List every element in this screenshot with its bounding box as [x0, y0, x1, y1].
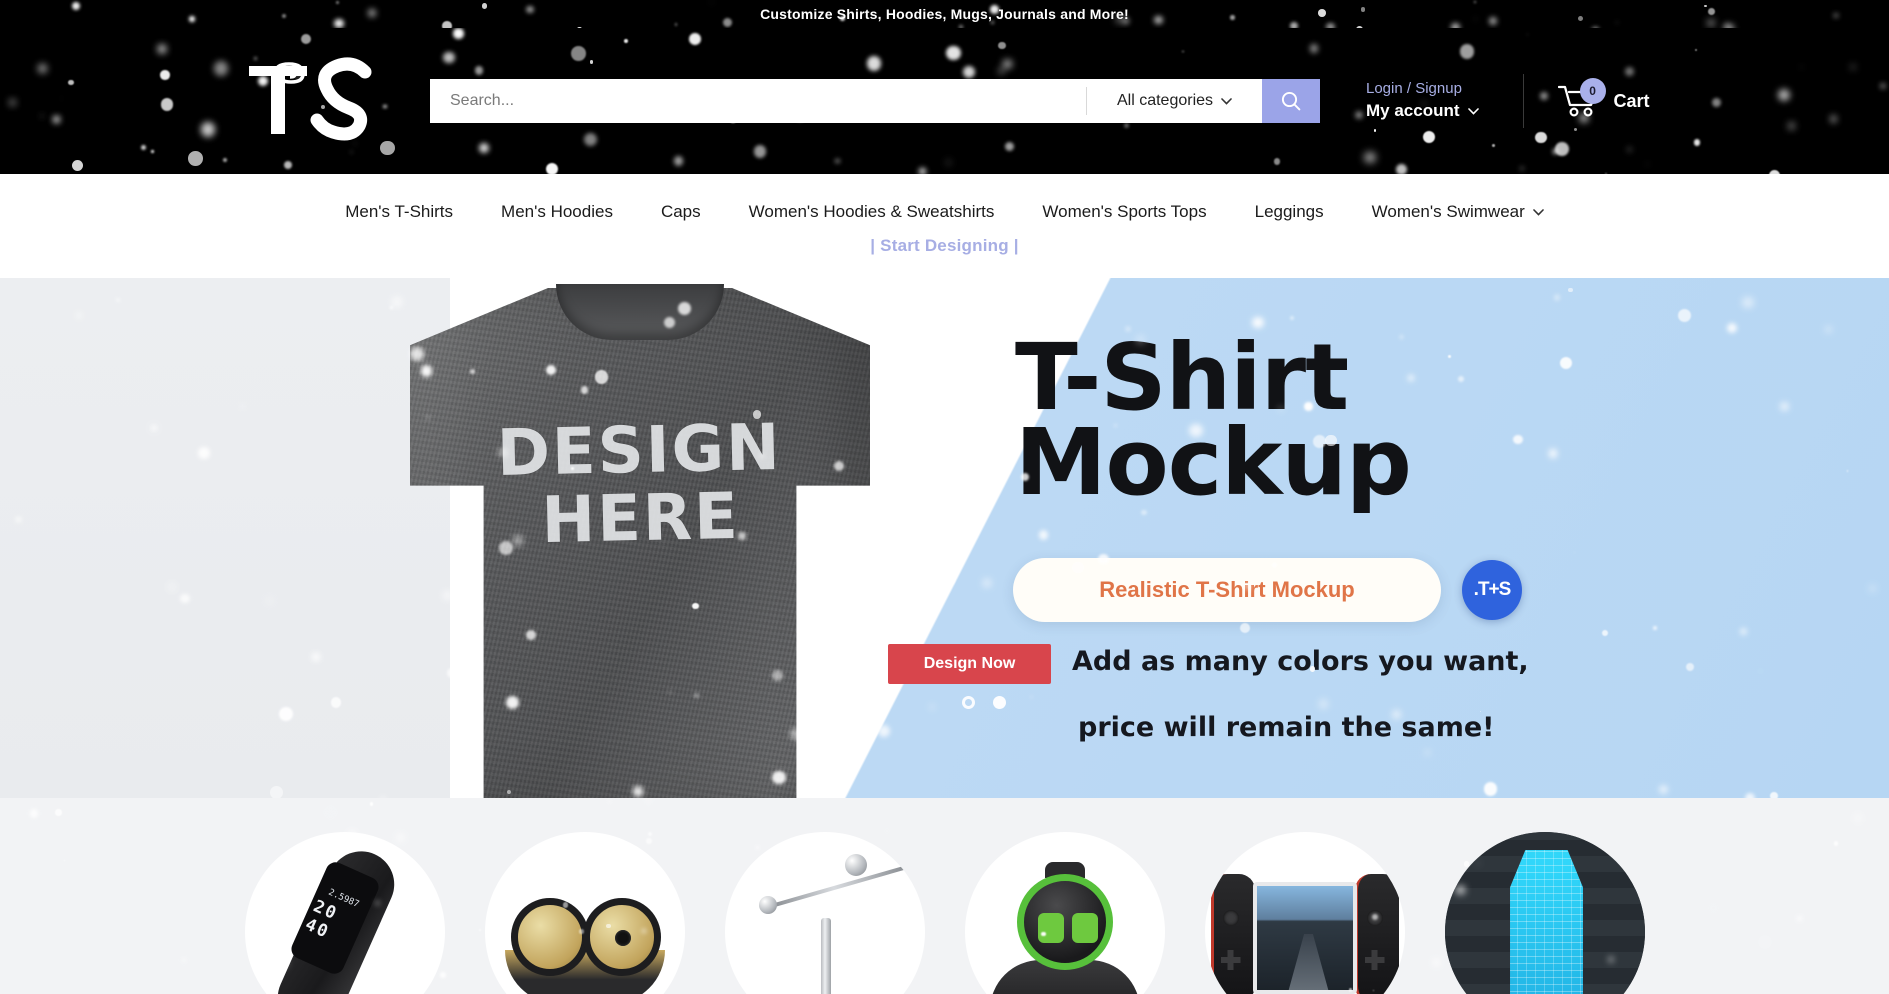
nav-item-5[interactable]: Leggings [1231, 202, 1348, 222]
tshirt-print-line1: DESIGN [448, 411, 830, 491]
category-select[interactable]: All categories [1087, 79, 1262, 123]
product-card[interactable] [1185, 832, 1425, 994]
hero-tagline-line1: Add as many colors you want, [1072, 646, 1529, 677]
hero-title: T-Shirt Mockup [1015, 324, 1412, 516]
search-bar: All categories [430, 79, 1320, 123]
product-card[interactable] [1425, 832, 1665, 994]
green-black-robot-thumbnail [964, 832, 1165, 994]
carousel-dot-2[interactable] [993, 696, 1006, 709]
site-header: All categories Login / Signup My account [0, 28, 1889, 174]
product-strip: 2.5987 20 40 [0, 798, 1889, 994]
hero-tagline-line2: price will remain the same! [1078, 712, 1495, 743]
start-designing-link[interactable]: | Start Designing | [870, 236, 1018, 256]
product-card[interactable] [465, 832, 705, 994]
hero-pill-text: Realistic T-Shirt Mockup [1099, 577, 1355, 602]
product-card[interactable] [705, 832, 945, 994]
cart-button[interactable]: 0 Cart [1557, 78, 1650, 118]
nav-item-label: Women's Swimwear [1371, 202, 1525, 221]
hologram-robot-figure-thumbnail [1444, 832, 1645, 994]
nav-item-label: Men's T-Shirts [345, 202, 454, 221]
hero-tshirt-image: DESIGN HERE [320, 278, 960, 798]
design-now-button[interactable]: Design Now [888, 644, 1051, 684]
search-submit-button[interactable] [1262, 79, 1320, 123]
chevron-down-icon [1467, 107, 1479, 115]
tshirt-print-line2: HERE [450, 480, 832, 558]
announcement-text: Customize Shirts, Hoodies, Mugs, Journal… [760, 6, 1129, 22]
game-controller-tablet-thumbnail [1204, 832, 1405, 994]
search-input[interactable] [430, 79, 1086, 123]
chevron-down-icon [1532, 208, 1544, 216]
header-divider [1522, 74, 1524, 128]
my-account-label: My account [1366, 100, 1460, 120]
shopping-cart-icon: 0 [1557, 78, 1606, 118]
hero-content: T-Shirt Mockup Realistic T-Shirt Mockup … [888, 278, 1889, 798]
nav-item-label: Caps [660, 202, 701, 221]
main-navigation: Men's T-Shirts Men's Hoodies Caps Women's H… [0, 174, 1889, 278]
login-signup-link[interactable]: Login / Signup [1366, 79, 1462, 99]
nav-item-label: Women's Hoodies & Sweatshirts [748, 202, 995, 221]
gold-wireless-headphones-thumbnail [484, 832, 685, 994]
nav-item-3[interactable]: Women's Hoodies & Sweatshirts [725, 202, 1019, 222]
nav-item-0[interactable]: Men's T-Shirts [345, 202, 477, 222]
hero-banner: DESIGN HERE T-Shirt Mockup Realistic T-S… [0, 278, 1889, 798]
hero-title-line2: Mockup [1015, 408, 1412, 516]
nav-item-2[interactable]: Caps [637, 202, 725, 222]
nav-item-label: Leggings [1254, 202, 1324, 221]
carousel-dots [962, 696, 1006, 709]
cart-count-badge: 0 [1579, 78, 1606, 104]
account-menu: Login / Signup My account [1366, 79, 1479, 122]
metal-microphone-stand-thumbnail [724, 832, 925, 994]
announcement-bar: Customize Shirts, Hoodies, Mugs, Journal… [0, 0, 1889, 28]
ts-brand-badge: .T+S [1462, 560, 1522, 620]
nav-item-6[interactable]: Women's Swimwear [1348, 202, 1544, 222]
category-select-label: All categories [1116, 92, 1214, 109]
nav-item-1[interactable]: Men's Hoodies [477, 202, 637, 222]
tshirt-print-text: DESIGN HERE [448, 411, 832, 558]
product-card[interactable]: 2.5987 20 40 [225, 832, 465, 994]
nav-item-label: Men's Hoodies [501, 202, 613, 221]
carousel-dot-1[interactable] [962, 696, 975, 709]
nav-item-4[interactable]: Women's Sports Tops [1018, 202, 1230, 222]
nav-items-row: Men's T-Shirts Men's Hoodies Caps Women's H… [345, 202, 1544, 222]
site-logo[interactable] [240, 55, 380, 147]
hero-title-line1: T-Shirt [1015, 324, 1349, 431]
hero-pill: Realistic T-Shirt Mockup [1013, 558, 1441, 622]
cart-label: Cart [1613, 90, 1650, 111]
nav-item-label: Women's Sports Tops [1042, 202, 1207, 221]
my-account-dropdown[interactable]: My account [1366, 100, 1479, 123]
chevron-down-icon [1221, 97, 1232, 105]
search-icon [1281, 91, 1301, 111]
fitness-tracker-band-thumbnail: 2.5987 20 40 [244, 832, 445, 994]
product-card[interactable] [945, 832, 1185, 994]
